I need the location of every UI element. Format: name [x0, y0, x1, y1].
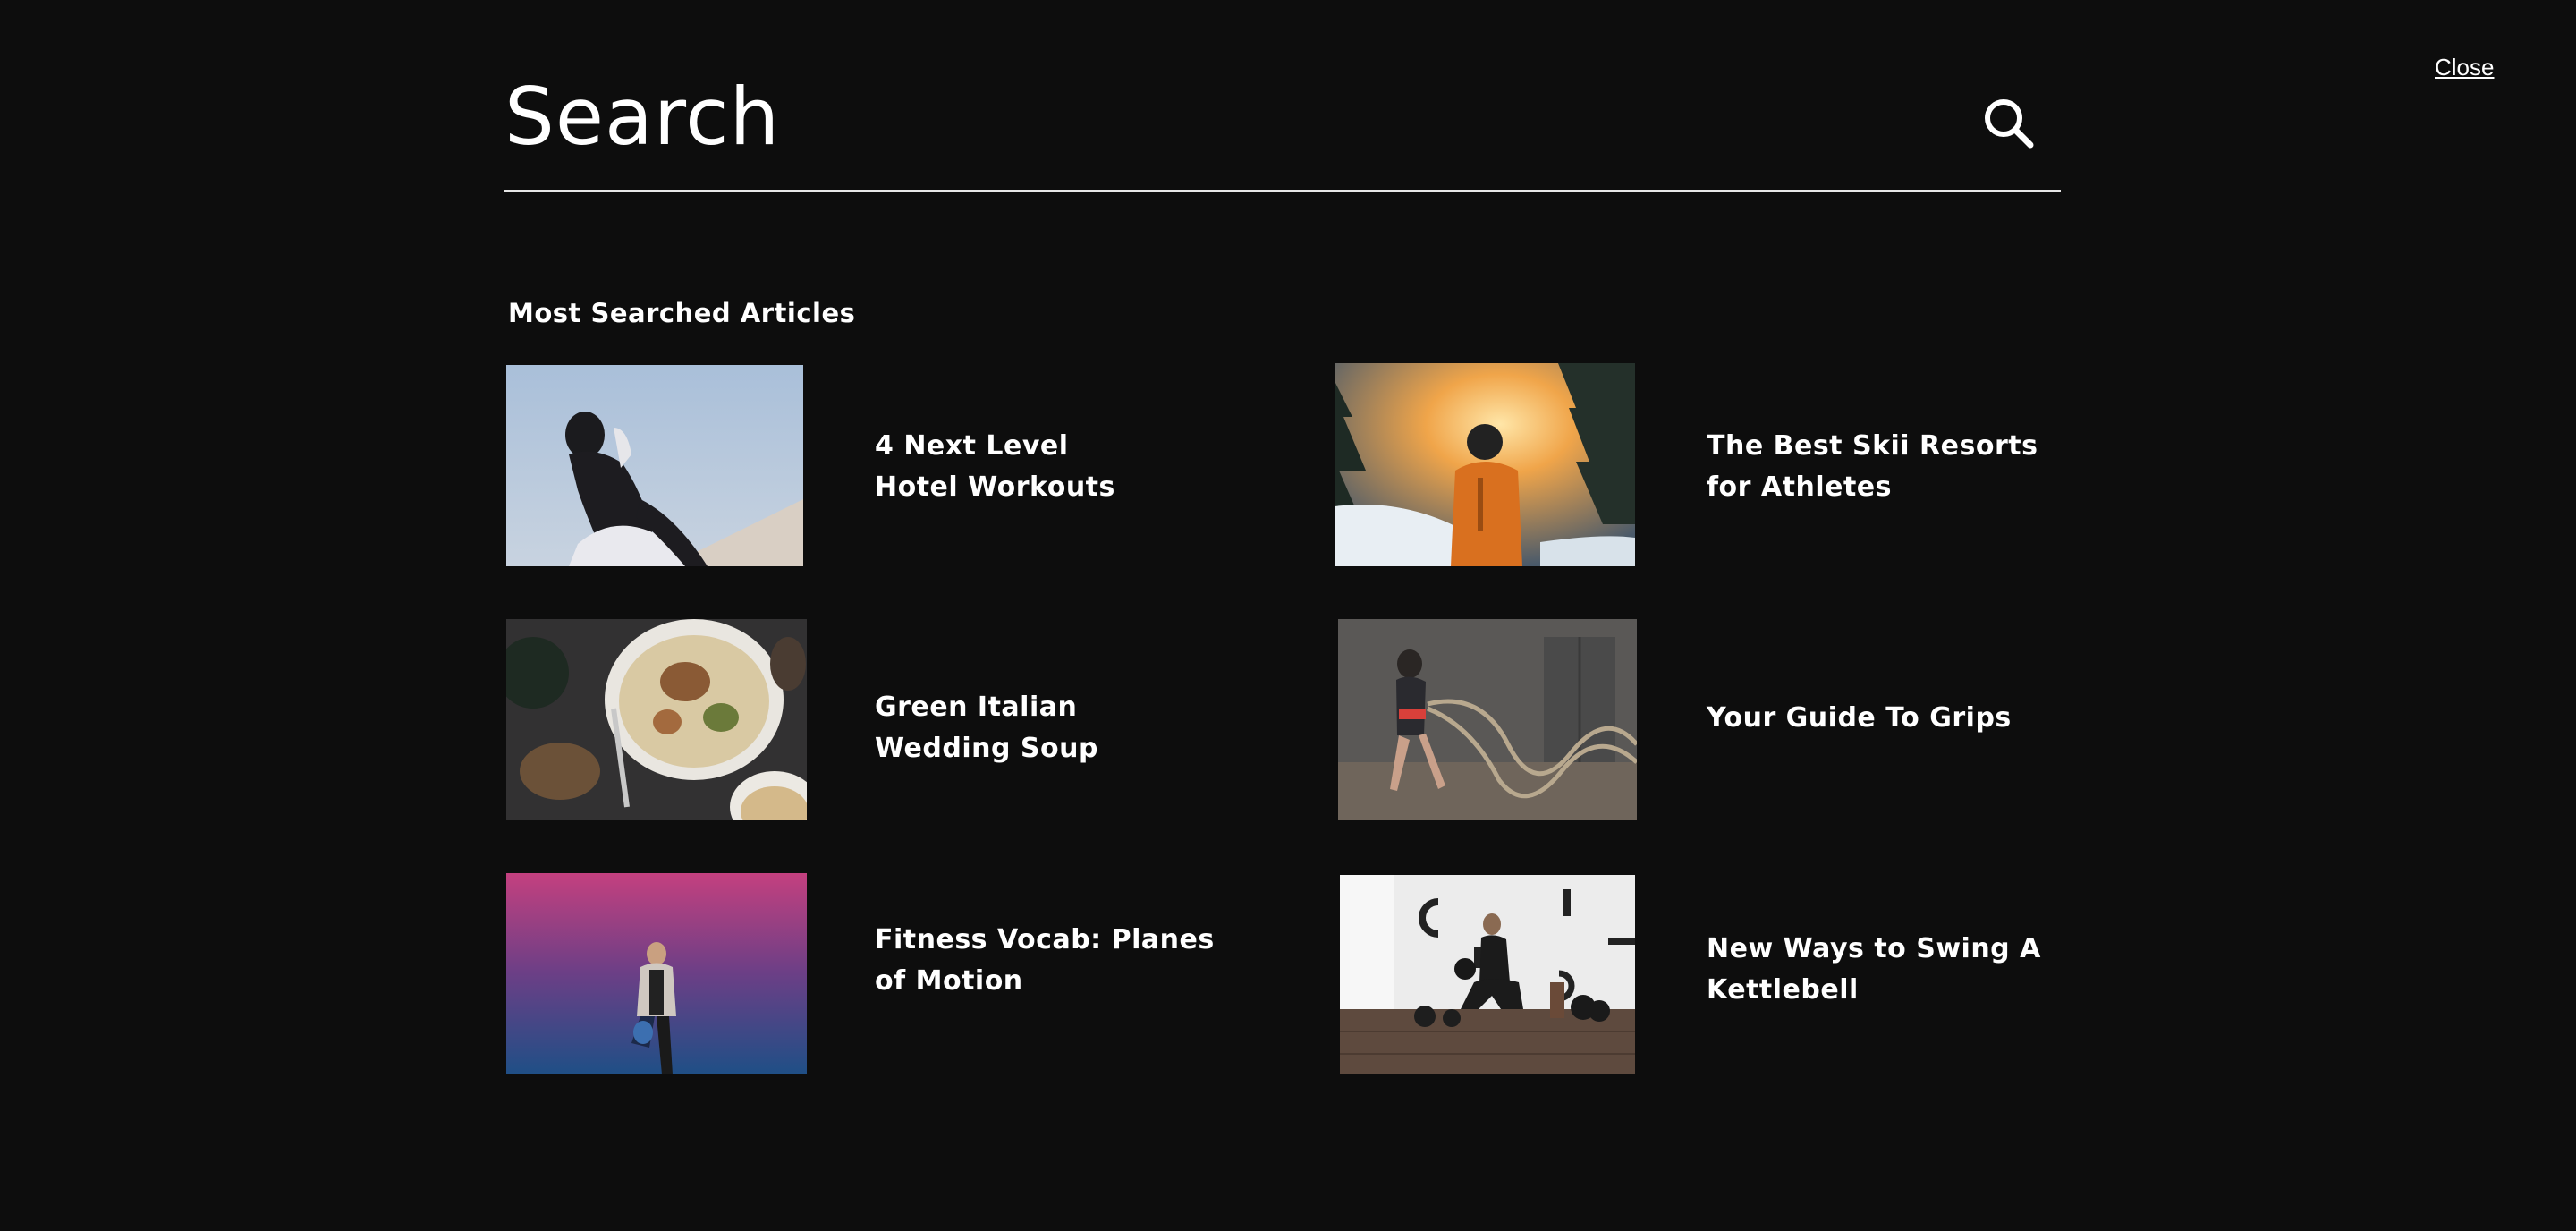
search-button[interactable] — [1980, 95, 2039, 154]
article-thumbnail[interactable] — [506, 873, 807, 1074]
article-thumbnail[interactable] — [1335, 363, 1635, 566]
article-title[interactable]: Fitness Vocab: Planes of Motion — [875, 920, 1215, 1002]
kettlebell-squat-image — [1340, 875, 1635, 1074]
battle-ropes-image — [1338, 619, 1637, 820]
article-thumbnail[interactable] — [1338, 619, 1637, 820]
article-card[interactable]: Your Guide To Grips — [1338, 619, 2061, 821]
article-title[interactable]: New Ways to Swing A Kettlebell — [1707, 929, 2046, 1011]
close-link[interactable]: Close — [2435, 54, 2494, 81]
article-title[interactable]: Your Guide To Grips — [1707, 698, 2064, 739]
article-card[interactable]: Fitness Vocab: Planes of Motion — [506, 873, 1222, 1075]
article-title[interactable]: The Best Skii Resorts for Athletes — [1707, 426, 2064, 508]
article-card[interactable]: The Best Skii Resorts for Athletes — [1335, 363, 2061, 567]
search-input[interactable] — [504, 63, 1846, 170]
search-bar — [504, 54, 2061, 192]
article-title[interactable]: Green Italian Wedding Soup — [875, 687, 1197, 769]
article-card[interactable]: 4 Next Level Hotel Workouts — [506, 365, 1222, 567]
woman-pink-wall-image — [506, 873, 807, 1074]
article-thumbnail[interactable] — [506, 619, 807, 820]
article-thumbnail[interactable] — [506, 365, 803, 566]
skier-sunset-image — [1335, 363, 1635, 566]
soup-bowl-image — [506, 619, 807, 820]
article-card[interactable]: Green Italian Wedding Soup — [506, 619, 1222, 821]
article-thumbnail[interactable] — [1340, 875, 1635, 1074]
search-overlay: Close Most Searched Articles — [0, 0, 2576, 1231]
article-title[interactable]: 4 Next Level Hotel Workouts — [875, 426, 1134, 508]
search-icon — [1985, 99, 2034, 149]
section-title: Most Searched Articles — [508, 298, 856, 328]
athlete-stretching-image — [506, 365, 803, 566]
article-card[interactable]: New Ways to Swing A Kettlebell — [1340, 875, 2061, 1074]
